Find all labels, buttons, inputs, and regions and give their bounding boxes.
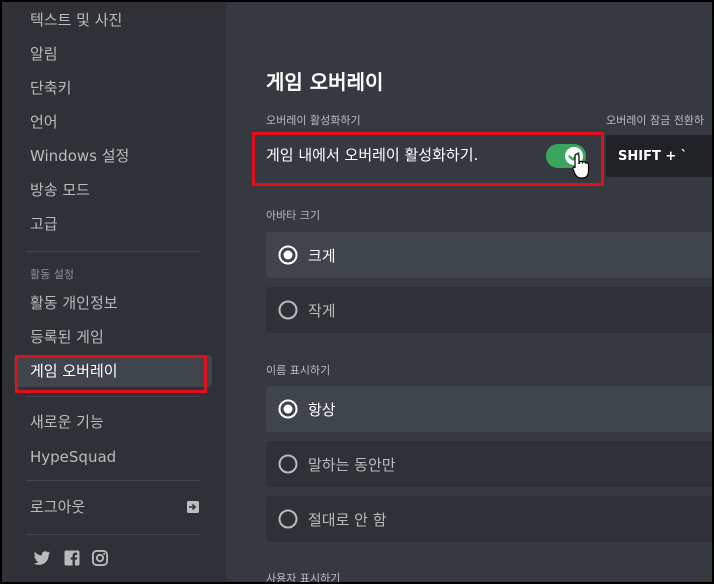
facebook-icon[interactable]: [62, 548, 82, 568]
sidebar-item-text-images[interactable]: 텍스트 및 사진: [14, 4, 212, 36]
radio-label: 작게: [308, 302, 336, 320]
overlay-lock-keybind[interactable]: SHIFT + `: [606, 135, 712, 177]
keybind-value: SHIFT + `: [618, 149, 688, 164]
instagram-icon[interactable]: [90, 548, 110, 568]
sidebar-divider: [26, 534, 200, 535]
radio-unselected-icon: [278, 454, 298, 474]
radio-selected-icon: [278, 399, 298, 419]
radio-unselected-icon: [278, 509, 298, 529]
avatar-size-option-small[interactable]: 작게: [266, 287, 712, 333]
radio-unselected-icon: [278, 300, 298, 320]
sidebar-divider: [26, 396, 200, 397]
display-names-option-while-speaking[interactable]: 말하는 동안만: [266, 441, 712, 487]
sidebar-item-language[interactable]: 언어: [14, 106, 212, 138]
sidebar-header-activity: 활동 설정: [30, 268, 74, 281]
sidebar-item-registered-games[interactable]: 등록된 게임: [14, 321, 212, 353]
radio-label: 말하는 동안만: [308, 456, 396, 474]
display-names-label: 이름 표시하기: [266, 364, 331, 377]
sidebar-divider: [26, 251, 200, 252]
sidebar-item-keybinds[interactable]: 단축키: [14, 72, 212, 104]
sidebar-item-streamer-mode[interactable]: 방송 모드: [14, 174, 212, 206]
settings-sidebar: 텍스트 및 사진 알림 단축키 언어 Windows 설정 방송 모드 고급 활…: [2, 2, 226, 582]
radio-label: 절대로 안 함: [308, 511, 387, 529]
avatar-size-option-large[interactable]: 크게: [266, 232, 712, 278]
sidebar-item-hypesquad[interactable]: HypeSquad: [14, 441, 212, 473]
enable-overlay-section-label: 오버레이 활성화하기: [266, 114, 361, 127]
sidebar-item-advanced[interactable]: 고급: [14, 208, 212, 240]
app-window: 텍스트 및 사진 알림 단축키 언어 Windows 설정 방송 모드 고급 활…: [2, 2, 712, 582]
display-names-option-never[interactable]: 절대로 안 함: [266, 496, 712, 542]
twitter-icon[interactable]: [32, 548, 52, 568]
settings-content: 게임 오버레이 오버레이 활성화하기 오버레이 잠금 전환하 게임 내에서 오버…: [226, 2, 712, 582]
radio-label: 크게: [308, 247, 336, 265]
highlight-game-overlay-menu: [15, 355, 207, 393]
sidebar-item-activity-privacy[interactable]: 활동 개인정보: [14, 287, 212, 319]
logout-icon[interactable]: [186, 500, 200, 514]
sidebar-item-windows-settings[interactable]: Windows 설정: [14, 140, 212, 172]
highlight-overlay-toggle: [252, 132, 604, 186]
radio-selected-icon: [278, 245, 298, 265]
sidebar-item-whats-new[interactable]: 새로운 기능: [14, 406, 212, 438]
sidebar-item-notifications[interactable]: 알림: [14, 38, 212, 70]
display-users-label: 사용자 표시하기: [266, 572, 341, 582]
page-title: 게임 오버레이: [266, 70, 384, 94]
lock-overlay-section-label: 오버레이 잠금 전환하: [606, 114, 705, 127]
logout-button[interactable]: 로그아웃: [14, 491, 212, 523]
sidebar-divider: [26, 480, 200, 481]
avatar-size-label: 아바타 크기: [266, 209, 321, 222]
radio-label: 항상: [308, 401, 336, 419]
display-names-option-always[interactable]: 항상: [266, 386, 712, 432]
